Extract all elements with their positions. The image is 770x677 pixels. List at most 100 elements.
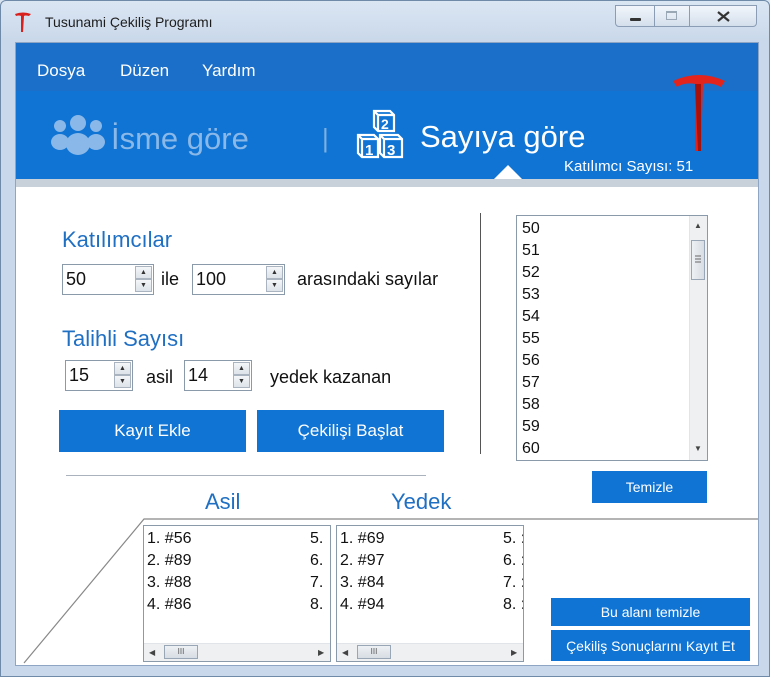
main-winner-value: 15 bbox=[69, 365, 90, 385]
asil-results-box[interactable]: 1. #56 2. #89 3. #88 4. #86 5. 6. 7. 8. … bbox=[143, 525, 331, 662]
scroll-right-icon[interactable]: ▶ bbox=[511, 648, 517, 657]
reserve-winner-stepper[interactable]: 14 ▲ ▼ bbox=[184, 360, 252, 391]
list-item: 1. #56 bbox=[147, 530, 192, 547]
menu-dosya[interactable]: Dosya bbox=[37, 61, 85, 81]
asil-horizontal-scrollbar[interactable]: ◀ III ▶ bbox=[144, 643, 330, 661]
scroll-thumb[interactable]: III bbox=[357, 645, 391, 659]
close-icon bbox=[717, 11, 730, 22]
list-item: 4. #94 bbox=[340, 596, 385, 613]
yedek-heading: Yedek bbox=[391, 489, 452, 514]
between-label: ile bbox=[161, 269, 180, 289]
list-item: 6. : bbox=[503, 552, 524, 569]
add-record-button[interactable]: Kayıt Ekle bbox=[59, 410, 246, 452]
number-blocks-icon[interactable]: 2 1 3 bbox=[356, 107, 414, 163]
stepper-down-icon[interactable]: ▼ bbox=[135, 279, 152, 292]
stepper-down-icon[interactable]: ▼ bbox=[114, 375, 131, 388]
list-item[interactable]: 51 bbox=[522, 242, 540, 260]
list-item: 1. #69 bbox=[340, 530, 385, 547]
participant-count: Katılımcı Sayısı: 51 bbox=[564, 158, 694, 175]
svg-text:2: 2 bbox=[381, 116, 389, 132]
maximize-icon bbox=[666, 11, 677, 20]
list-item: 5. bbox=[310, 530, 324, 547]
title-bar[interactable]: Tusunami Çekiliş Programı bbox=[1, 1, 769, 41]
scroll-down-icon[interactable]: ▼ bbox=[694, 444, 702, 453]
scroll-thumb[interactable]: III bbox=[164, 645, 198, 659]
from-number-stepper[interactable]: 50 ▲ ▼ bbox=[62, 264, 154, 295]
clear-list-button[interactable]: Temizle bbox=[592, 471, 707, 503]
number-list-scrollbar[interactable]: ▲ ▼ bbox=[689, 216, 707, 460]
to-number-value: 100 bbox=[196, 269, 227, 289]
stepper-down-icon[interactable]: ▼ bbox=[233, 375, 250, 388]
menu-duzen[interactable]: Düzen bbox=[120, 61, 169, 81]
yedek-horizontal-scrollbar[interactable]: ◀ III ▶ bbox=[337, 643, 523, 661]
list-item: 7. : bbox=[503, 574, 524, 591]
scroll-right-icon[interactable]: ▶ bbox=[318, 648, 324, 657]
scroll-left-icon[interactable]: ◀ bbox=[342, 648, 348, 657]
list-item[interactable]: 56 bbox=[522, 352, 540, 370]
menu-yardim[interactable]: Yardım bbox=[202, 61, 256, 81]
menu-bar: Dosya Düzen Yardım bbox=[16, 43, 758, 91]
minimize-button[interactable] bbox=[615, 5, 655, 27]
list-item[interactable]: 50 bbox=[522, 220, 540, 238]
list-item[interactable]: 57 bbox=[522, 374, 540, 392]
yedek-results-box[interactable]: 1. #69 2. #97 3. #84 4. #94 5. : 6. : 7.… bbox=[336, 525, 524, 662]
list-item[interactable]: 53 bbox=[522, 286, 540, 304]
list-item: 3. #84 bbox=[340, 574, 385, 591]
scroll-left-icon[interactable]: ◀ bbox=[149, 648, 155, 657]
people-icon[interactable] bbox=[50, 111, 106, 159]
app-logo-icon bbox=[15, 12, 31, 32]
vertical-divider bbox=[480, 213, 481, 454]
minimize-icon bbox=[630, 18, 641, 21]
maximize-button[interactable] bbox=[654, 5, 690, 27]
svg-text:1: 1 bbox=[365, 142, 373, 159]
list-item: 3. #88 bbox=[147, 574, 192, 591]
list-item[interactable]: 55 bbox=[522, 330, 540, 348]
list-item[interactable]: 59 bbox=[522, 418, 540, 436]
list-item[interactable]: 58 bbox=[522, 396, 540, 414]
reserve-winner-label: yedek kazanan bbox=[270, 367, 392, 387]
stepper-up-icon[interactable]: ▲ bbox=[135, 266, 152, 279]
list-item[interactable]: 52 bbox=[522, 264, 540, 282]
active-tab-indicator bbox=[494, 165, 522, 179]
list-item: 8. bbox=[310, 596, 324, 613]
section-divider bbox=[66, 475, 426, 476]
list-item: 8. : bbox=[503, 596, 524, 613]
list-item[interactable]: 54 bbox=[522, 308, 540, 326]
banner-divider bbox=[16, 179, 758, 187]
list-item: 6. bbox=[310, 552, 324, 569]
list-item: 7. bbox=[310, 574, 324, 591]
list-item: 5. : bbox=[503, 530, 524, 547]
stepper-up-icon[interactable]: ▲ bbox=[233, 362, 250, 375]
scroll-up-icon[interactable]: ▲ bbox=[694, 221, 702, 230]
number-listbox[interactable]: 50 51 52 53 54 55 56 57 58 59 60 ▲ ▼ bbox=[516, 215, 708, 461]
main-winner-stepper[interactable]: 15 ▲ ▼ bbox=[65, 360, 133, 391]
save-results-button[interactable]: Çekiliş Sonuçlarını Kayıt Et bbox=[551, 630, 750, 661]
tusunami-logo-icon bbox=[673, 75, 725, 151]
list-item: 4. #86 bbox=[147, 596, 192, 613]
start-draw-button[interactable]: Çekilişi Başlat bbox=[257, 410, 444, 452]
from-number-value: 50 bbox=[66, 269, 87, 289]
clear-area-button[interactable]: Bu alanı temizle bbox=[551, 598, 750, 626]
window-title: Tusunami Çekiliş Programı bbox=[45, 14, 213, 30]
app-window: Tusunami Çekiliş Programı Dosya Düzen Ya… bbox=[0, 0, 770, 677]
close-button[interactable] bbox=[689, 5, 757, 27]
stepper-down-icon[interactable]: ▼ bbox=[266, 279, 283, 292]
stepper-up-icon[interactable]: ▲ bbox=[266, 266, 283, 279]
winner-count-heading: Talihli Sayısı bbox=[62, 326, 185, 351]
list-item: 2. #89 bbox=[147, 552, 192, 569]
tab-sayiya-gore[interactable]: Sayıya göre bbox=[420, 119, 585, 155]
svg-text:3: 3 bbox=[387, 142, 395, 159]
list-item[interactable]: 60 bbox=[522, 440, 540, 458]
grip-icon bbox=[695, 255, 701, 263]
participants-heading: Katılımcılar bbox=[62, 227, 173, 252]
list-item: 2. #97 bbox=[340, 552, 385, 569]
to-number-stepper[interactable]: 100 ▲ ▼ bbox=[192, 264, 285, 295]
asil-heading: Asil bbox=[205, 489, 241, 514]
range-suffix-label: arasındaki sayılar bbox=[297, 269, 439, 289]
scroll-thumb[interactable] bbox=[691, 240, 705, 280]
main-winner-label: asil bbox=[146, 367, 174, 387]
client-area: Dosya Düzen Yardım İsme göre | 2 1 3 Say… bbox=[15, 42, 759, 666]
stepper-up-icon[interactable]: ▲ bbox=[114, 362, 131, 375]
tab-separator: | bbox=[322, 123, 329, 153]
tab-isme-gore[interactable]: İsme göre bbox=[111, 121, 249, 157]
